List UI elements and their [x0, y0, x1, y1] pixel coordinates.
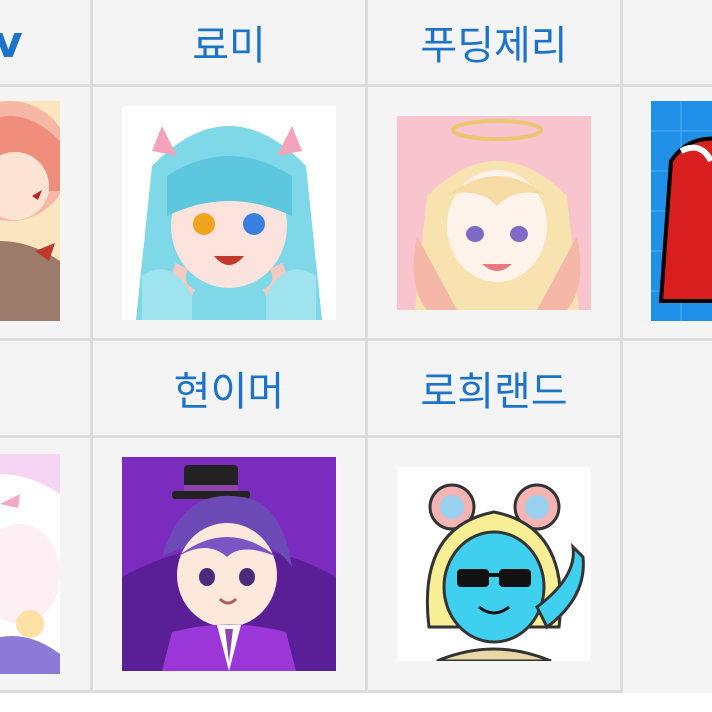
streamer-name: 로희랜드: [420, 369, 568, 415]
empty-cell: [623, 341, 712, 693]
red-hair-character-avatar-icon: [0, 101, 60, 321]
name-cell-ryomi[interactable]: 료미: [93, 0, 368, 87]
avatar-cell-pudding-jelly[interactable]: [368, 87, 623, 341]
avatar-cell-row2-0[interactable]: [0, 438, 93, 693]
name-cell-rohuiland[interactable]: 로희랜드: [368, 341, 623, 438]
streamer-name: 료미: [192, 23, 266, 69]
streamer-grid: v 료미 푸딩제리: [0, 0, 712, 712]
red-spider-character-avatar-icon: [651, 101, 712, 321]
avatar-cell-ryomi[interactable]: [93, 87, 368, 341]
streamer-name: v: [0, 17, 23, 68]
name-cell-0[interactable]: v: [0, 0, 93, 87]
avatar-cell-hyeonimeo[interactable]: [93, 438, 368, 693]
cyan-bear-hood-sunglasses-avatar-icon: [397, 467, 591, 661]
name-cell-3[interactable]: [623, 0, 712, 87]
name-cell-pudding-jelly[interactable]: 푸딩제리: [368, 0, 623, 87]
name-cell-row2-0[interactable]: [0, 341, 93, 438]
blonde-halo-girl-avatar-icon: [397, 115, 591, 310]
streamer-name: 현이머: [173, 369, 285, 415]
avatar-cell-rohuiland[interactable]: [368, 438, 623, 693]
avatar-cell-0[interactable]: [0, 87, 93, 341]
streamer-name: 푸딩제리: [420, 23, 568, 69]
white-hair-girl-avatar-icon: [0, 454, 60, 674]
avatar-cell-3[interactable]: [623, 87, 712, 341]
purple-hair-tophat-boy-avatar-icon: [122, 457, 336, 671]
blue-hair-catgirl-avatar-icon: [122, 105, 336, 320]
name-cell-hyeonimeo[interactable]: 현이머: [93, 341, 368, 438]
